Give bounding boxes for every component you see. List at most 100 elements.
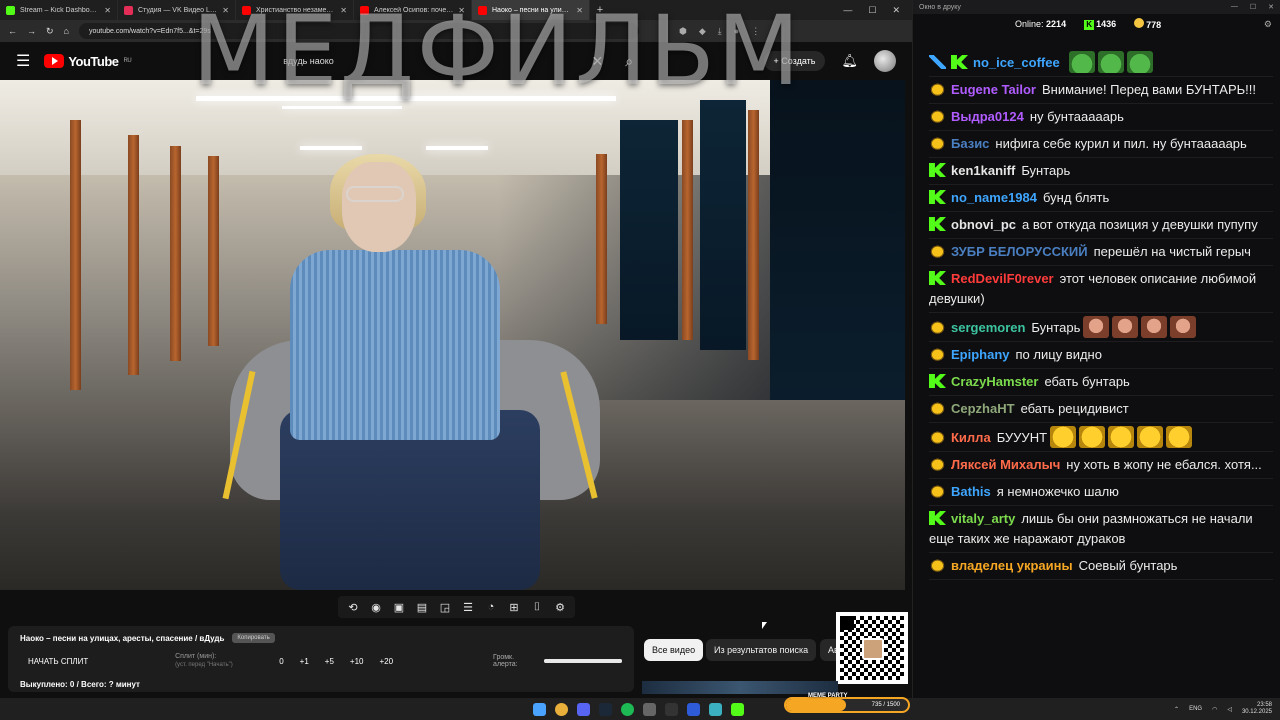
back-icon[interactable]: ← <box>8 26 17 36</box>
language-indicator[interactable]: ENG <box>1189 706 1202 712</box>
tab-close-icon[interactable]: ✕ <box>576 6 583 15</box>
chat-username[interactable]: RedDevilF0rever <box>951 271 1054 286</box>
home-icon[interactable]: ⌂ <box>64 26 69 36</box>
tab-close-icon[interactable]: ✕ <box>104 6 111 15</box>
split-panel: Наоко – песни на улицах, аресты, спасени… <box>8 626 634 692</box>
browser-tab[interactable]: Студия — VK Видео Live ✕ <box>118 0 236 20</box>
chat-username[interactable]: vitaly_arty <box>951 511 1015 526</box>
split-value-button[interactable]: +5 <box>325 657 334 666</box>
split-value-button[interactable]: +10 <box>350 657 364 666</box>
maximize-icon[interactable]: ☐ <box>868 5 876 16</box>
chat-username[interactable]: sergemoren <box>951 320 1025 335</box>
kick-icon[interactable] <box>731 702 744 716</box>
discord-icon[interactable] <box>577 702 590 716</box>
screenshot-frame-icon[interactable]: ◲ <box>438 601 452 614</box>
split-value-button[interactable]: +20 <box>379 657 393 666</box>
split-hint: (уст. перед "Начать") <box>175 662 233 668</box>
close-icon[interactable]: ✕ <box>1268 3 1274 11</box>
chat-stats: Online: 2214 K 1436 778 ⚙ <box>913 14 1280 34</box>
app-icon[interactable] <box>709 702 722 716</box>
windows-start-icon[interactable] <box>533 702 546 716</box>
extension-icon[interactable]: ⬢ <box>679 26 687 37</box>
browser-tab[interactable]: Христианство незаметно уходи ✕ <box>236 0 354 20</box>
profile-icon[interactable]: ● <box>734 26 739 37</box>
avatar[interactable] <box>874 50 896 72</box>
add-clip-icon[interactable]: ⊞ <box>507 601 521 614</box>
settings-icon[interactable]: ⚙ <box>553 601 567 614</box>
browser-tab[interactable]: Наоко – песни на улицах, ✕ <box>472 0 590 20</box>
list-icon[interactable]: ☰ <box>461 601 475 614</box>
app-icon[interactable] <box>643 702 656 716</box>
menu-icon[interactable]: ⋮ <box>751 26 760 37</box>
copy-button[interactable]: Копировать <box>232 633 275 643</box>
obs-icon[interactable] <box>665 702 678 716</box>
maximize-icon[interactable]: ☐ <box>1250 3 1256 11</box>
chat-username[interactable]: CrazyHamster <box>951 374 1038 389</box>
forward-icon[interactable]: → <box>27 26 36 36</box>
clear-search-icon[interactable]: ✕ <box>591 53 603 70</box>
clock[interactable]: 23:58 30.12.2025 <box>1242 702 1272 716</box>
chat-username[interactable]: Базис <box>951 136 989 151</box>
chat-username[interactable]: Eugene Tailor <box>951 82 1036 97</box>
video-frame-light <box>196 96 616 101</box>
chip-all-videos[interactable]: Все видео <box>644 639 704 661</box>
start-split-button[interactable]: НАЧАТЬ СПЛИТ <box>28 657 175 666</box>
media-player-icon[interactable] <box>687 702 700 716</box>
chrome-icon[interactable] <box>555 702 568 716</box>
meme-party-fill <box>786 699 846 711</box>
speed-icon[interactable]: ◔ <box>484 601 498 613</box>
taskbar-apps <box>533 698 744 720</box>
extension-icon[interactable]: ◆ <box>699 26 706 37</box>
chat-username[interactable]: владелец украины <box>951 558 1073 573</box>
tab-close-icon[interactable]: ✕ <box>340 6 347 15</box>
youtube-logo[interactable]: YouTube RU <box>44 54 132 69</box>
steam-icon[interactable] <box>599 702 612 716</box>
gear-icon[interactable]: ⚙ <box>1264 19 1272 30</box>
browser-tab[interactable]: Stream – Kick Dashboard ✕ <box>0 0 118 20</box>
tab-close-icon[interactable]: ✕ <box>458 6 465 15</box>
download-icon[interactable]: ⤓ <box>718 26 722 37</box>
chat-username[interactable]: no_name1984 <box>951 190 1037 205</box>
chat-username[interactable]: ЗУБР БЕЛОРУССКИЙ <box>951 244 1088 259</box>
search-input[interactable]: вдудь наоко ✕ <box>275 48 611 74</box>
tab-close-icon[interactable]: ✕ <box>222 6 229 15</box>
video-player[interactable] <box>0 80 905 590</box>
broadcast-icon[interactable]: ◉ <box>369 601 383 614</box>
wifi-icon[interactable]: ◠ <box>1212 706 1217 713</box>
chat-username[interactable]: Килла <box>951 430 991 445</box>
chat-username[interactable]: obnovi_pc <box>951 217 1016 232</box>
close-icon[interactable]: ✕ <box>892 5 900 16</box>
split-value-button[interactable]: 0 <box>279 657 283 666</box>
browser-tab[interactable]: Алексей Осипов: почему Бог ✕ <box>354 0 472 20</box>
url-field[interactable]: youtube.com/watch?v=Edn7f5...&t=29s <box>78 23 639 39</box>
loop-icon[interactable]: ⟲ <box>346 601 360 614</box>
eye-icon[interactable]: ▣ <box>392 601 406 614</box>
search-icon[interactable]: ⌕ <box>625 53 633 70</box>
chat-username[interactable]: ken1kaniff <box>951 163 1015 178</box>
hamburger-icon[interactable]: ☰ <box>16 51 30 71</box>
alert-volume-slider[interactable] <box>543 659 622 663</box>
youtube-play-icon <box>44 54 65 68</box>
split-value-button[interactable]: +1 <box>300 657 309 666</box>
tab-title: Алексей Осипов: почему Бог <box>374 6 454 14</box>
volume-icon[interactable]: ◁ <box>1227 706 1232 713</box>
create-button[interactable]: + Создать <box>763 51 826 71</box>
chat-username[interactable]: Epiphany <box>951 347 1010 362</box>
chat-username[interactable]: no_ice_coffee <box>973 55 1060 70</box>
chat-username[interactable]: СерzhаНТ <box>951 401 1015 416</box>
chip-from-search[interactable]: Из результатов поиска <box>706 639 817 661</box>
new-tab-button[interactable]: + <box>590 0 610 20</box>
minimize-icon[interactable]: — <box>1231 3 1238 11</box>
tab-favicon-icon <box>242 5 251 15</box>
chat-username[interactable]: Ляксей Михалыч <box>951 457 1060 472</box>
camera-icon[interactable]: ⌷ <box>530 601 544 614</box>
minimize-icon[interactable]: — <box>843 5 852 15</box>
chat-window-controls: — ☐ ✕ <box>1231 3 1274 11</box>
reload-icon[interactable]: ↻ <box>46 26 54 37</box>
clapperboard-icon[interactable]: ▤ <box>415 601 429 614</box>
chat-username[interactable]: Выдра0124 <box>951 109 1024 124</box>
tray-chevron-icon[interactable]: ⌃ <box>1174 706 1179 713</box>
bell-icon[interactable]: 🔔︎ <box>841 53 858 69</box>
chat-username[interactable]: Bathis <box>951 484 991 499</box>
spotify-icon[interactable] <box>621 702 634 716</box>
